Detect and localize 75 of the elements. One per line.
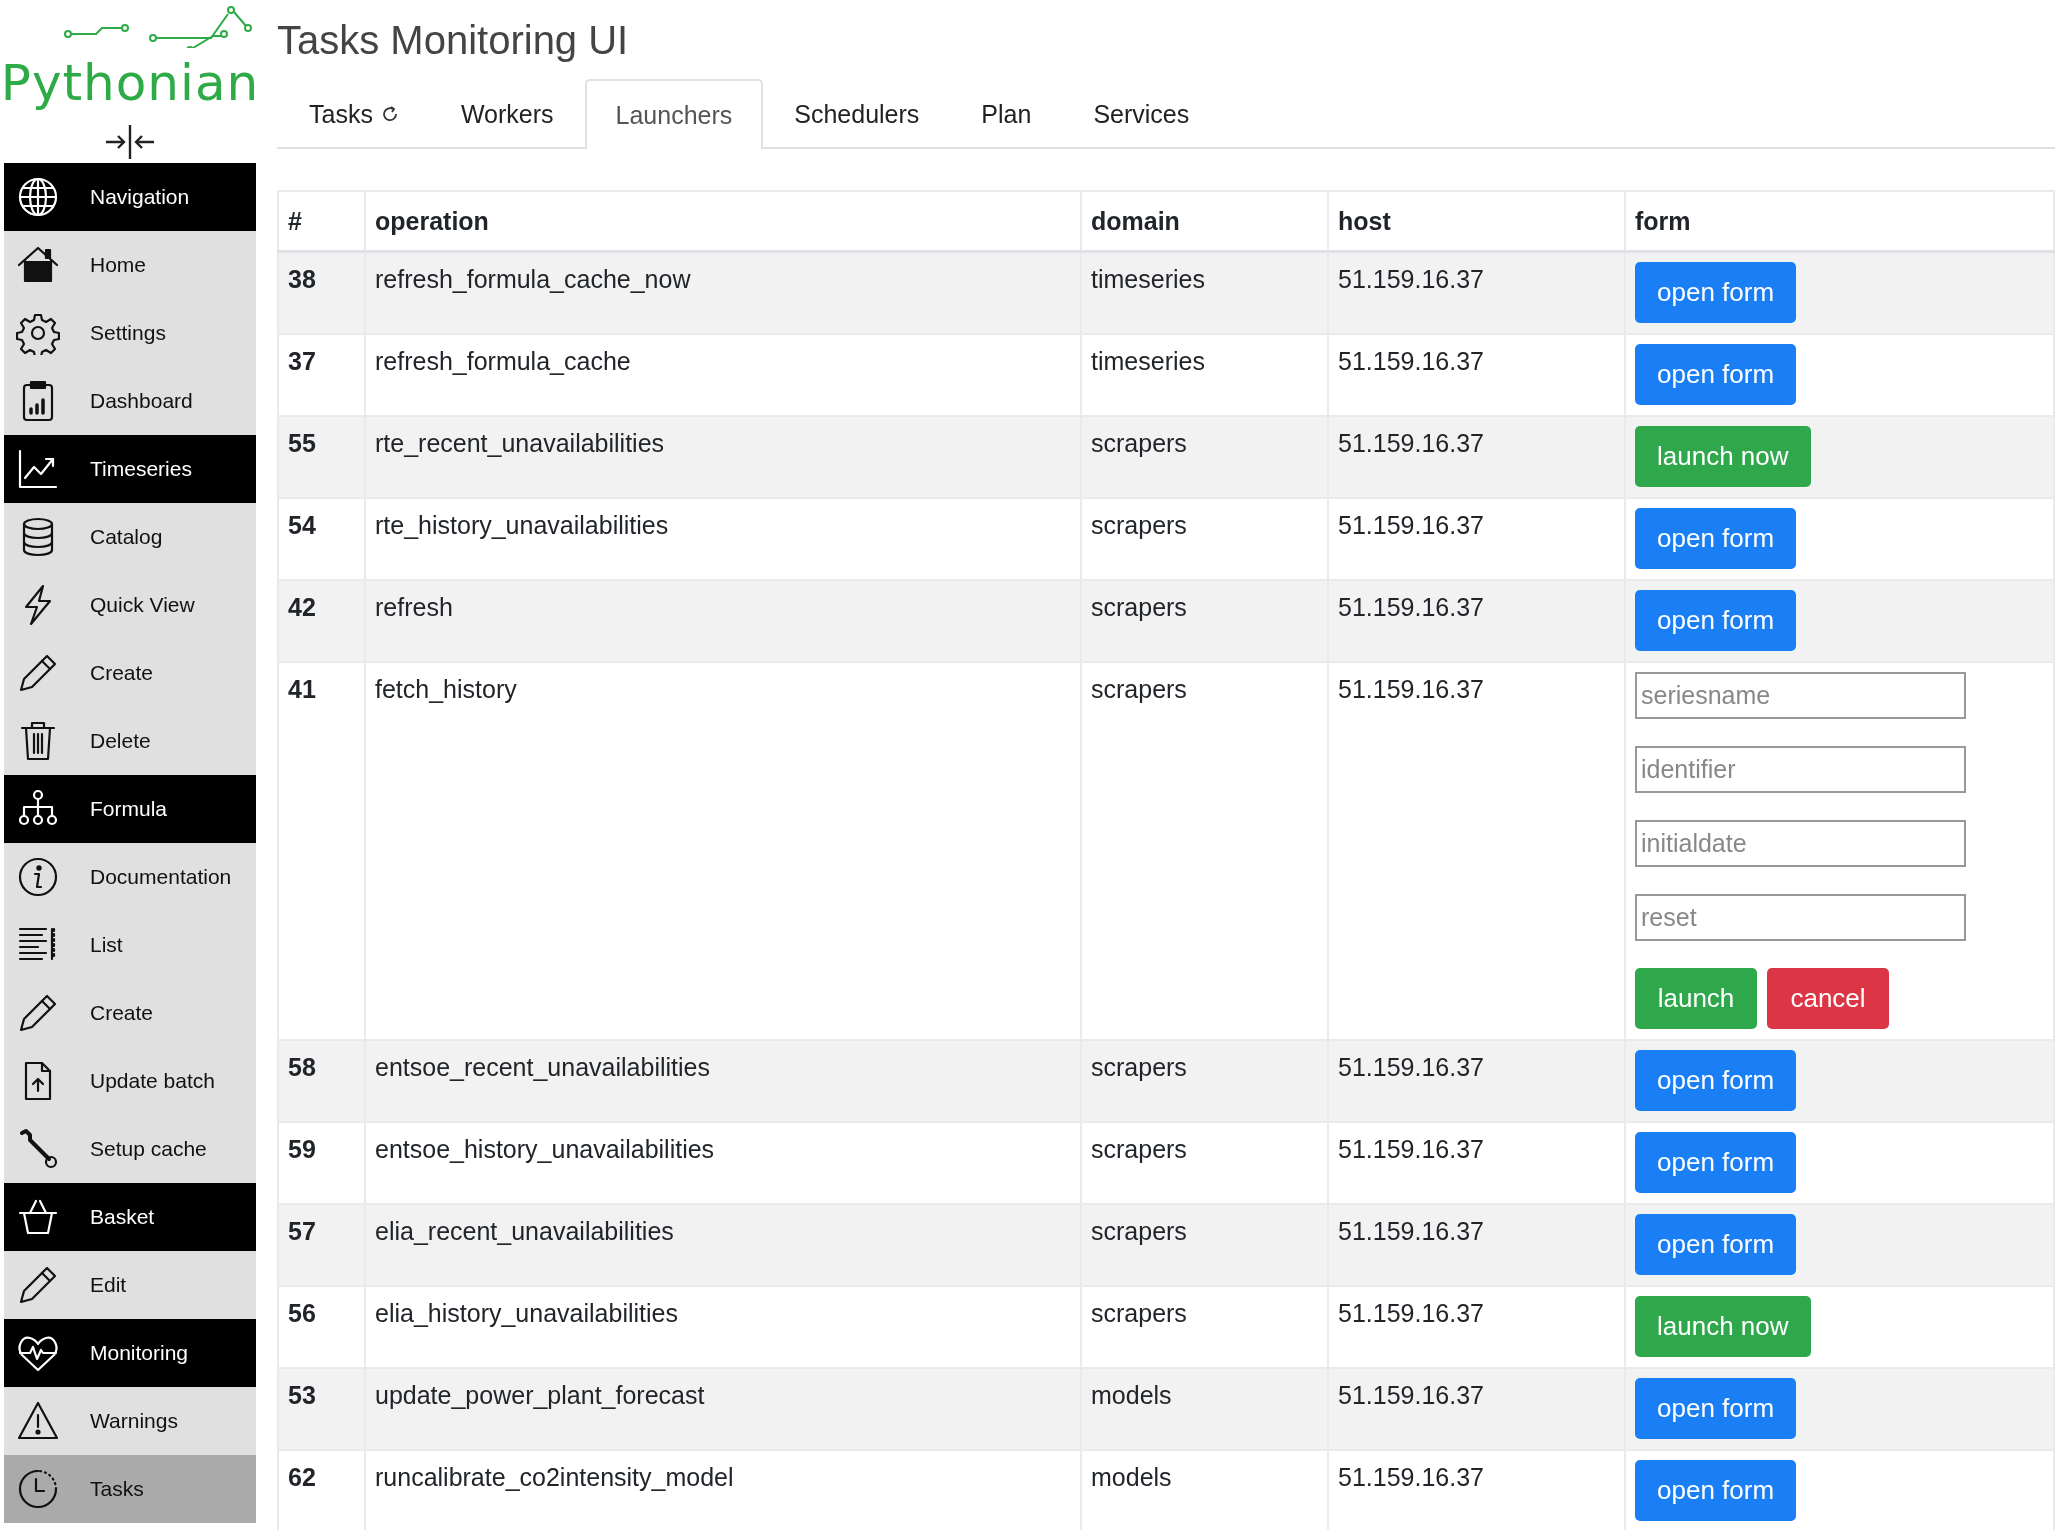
sidebar-section[interactable]: Navigation <box>4 163 256 231</box>
sidebar-item[interactable]: Warnings <box>4 1387 256 1455</box>
input-field[interactable]: initialdate <box>1635 820 1966 867</box>
table-cell: 38 <box>278 251 365 334</box>
table-cell: update_power_plant_forecast <box>365 1368 1081 1450</box>
sidebar-item[interactable]: Edit <box>4 1251 256 1319</box>
line-chart-icon <box>16 447 60 491</box>
table-cell: scrapers <box>1081 416 1328 498</box>
table-cell: 51.159.16.37 <box>1328 580 1625 662</box>
logo-text: Pythonian <box>0 54 260 112</box>
table-cell: entsoe_recent_unavailabilities <box>365 1040 1081 1122</box>
table-cell: elia_recent_unavailabilities <box>365 1204 1081 1286</box>
open-form-button[interactable]: open form <box>1635 1460 1797 1521</box>
table-cell: rte_recent_unavailabilities <box>365 416 1081 498</box>
open-form-button[interactable]: open form <box>1635 508 1797 569</box>
open-form-button[interactable]: open form <box>1635 262 1797 323</box>
table-cell: refresh_formula_cache_now <box>365 251 1081 334</box>
sidebar-item[interactable]: Documentation <box>4 843 256 911</box>
tab[interactable]: Services <box>1062 79 1221 147</box>
sidebar-item[interactable]: Dashboard <box>4 367 256 435</box>
sidebar-section[interactable]: Basket <box>4 1183 256 1251</box>
open-form-button[interactable]: open form <box>1635 1132 1797 1193</box>
input-field[interactable]: seriesname <box>1635 672 1966 719</box>
table-cell: 57 <box>278 1204 365 1286</box>
clock-icon <box>16 1467 60 1511</box>
table-cell: 42 <box>278 580 365 662</box>
open-form-button[interactable]: open form <box>1635 1214 1797 1275</box>
collapse-icon[interactable] <box>103 124 157 159</box>
input-field[interactable]: identifier <box>1635 746 1966 793</box>
gear-icon <box>16 311 60 355</box>
sidebar-section[interactable]: Formula <box>4 775 256 843</box>
sidebar-item[interactable]: Delete <box>4 707 256 775</box>
tab[interactable]: Schedulers <box>763 79 951 147</box>
sidebar-item[interactable]: Settings <box>4 299 256 367</box>
table-cell: 51.159.16.37 <box>1328 1040 1625 1122</box>
table-cell: refresh <box>365 580 1081 662</box>
sidebar-item[interactable]: Create <box>4 979 256 1047</box>
open-form-button[interactable]: open form <box>1635 1050 1797 1111</box>
open-form-button[interactable]: open form <box>1635 1378 1797 1439</box>
table-cell: 58 <box>278 1040 365 1122</box>
sidebar-item[interactable]: Quick View <box>4 571 256 639</box>
table-cell: scrapers <box>1081 1040 1328 1122</box>
table-cell: 41 <box>278 662 365 1040</box>
input-field[interactable]: reset <box>1635 894 1966 941</box>
table-cell: 51.159.16.37 <box>1328 1204 1625 1286</box>
sidebar-item[interactable]: Catalog <box>4 503 256 571</box>
sidebar-item[interactable]: Create <box>4 639 256 707</box>
tab[interactable]: Launchers <box>584 79 764 149</box>
table-cell: scrapers <box>1081 580 1328 662</box>
globe-icon <box>16 175 60 219</box>
cancel-button[interactable]: cancel <box>1767 968 1889 1029</box>
table-cell: 53 <box>278 1368 365 1450</box>
info-icon <box>16 855 60 899</box>
sidebar-item[interactable]: List <box>4 911 256 979</box>
sidebar-item[interactable]: Update batch <box>4 1047 256 1115</box>
table-cell: 62 <box>278 1450 365 1530</box>
sidebar-section[interactable]: Monitoring <box>4 1319 256 1387</box>
tab[interactable]: Plan <box>950 79 1063 147</box>
table-cell: 51.159.16.37 <box>1328 1368 1625 1450</box>
table-cell: timeseries <box>1081 251 1328 334</box>
table-cell: 55 <box>278 416 365 498</box>
table-cell: models <box>1081 1368 1328 1450</box>
open-form-button[interactable]: open form <box>1635 344 1797 405</box>
sidebar-item[interactable]: Tasks <box>4 1455 256 1523</box>
table-cell: 51.159.16.37 <box>1328 416 1625 498</box>
sidebar-item[interactable]: Setup cache <box>4 1115 256 1183</box>
sidebar-item[interactable]: Home <box>4 231 256 299</box>
page-title: Tasks Monitoring UI <box>277 18 629 62</box>
table-cell: scrapers <box>1081 1204 1328 1286</box>
table-cell: 51.159.16.37 <box>1328 251 1625 334</box>
tab[interactable]: Tasks <box>278 79 430 147</box>
tab[interactable]: Workers <box>429 79 585 147</box>
sidebar-section[interactable]: Timeseries <box>4 435 256 503</box>
open-form-button[interactable]: open form <box>1635 590 1797 651</box>
refresh-icon <box>380 105 399 123</box>
